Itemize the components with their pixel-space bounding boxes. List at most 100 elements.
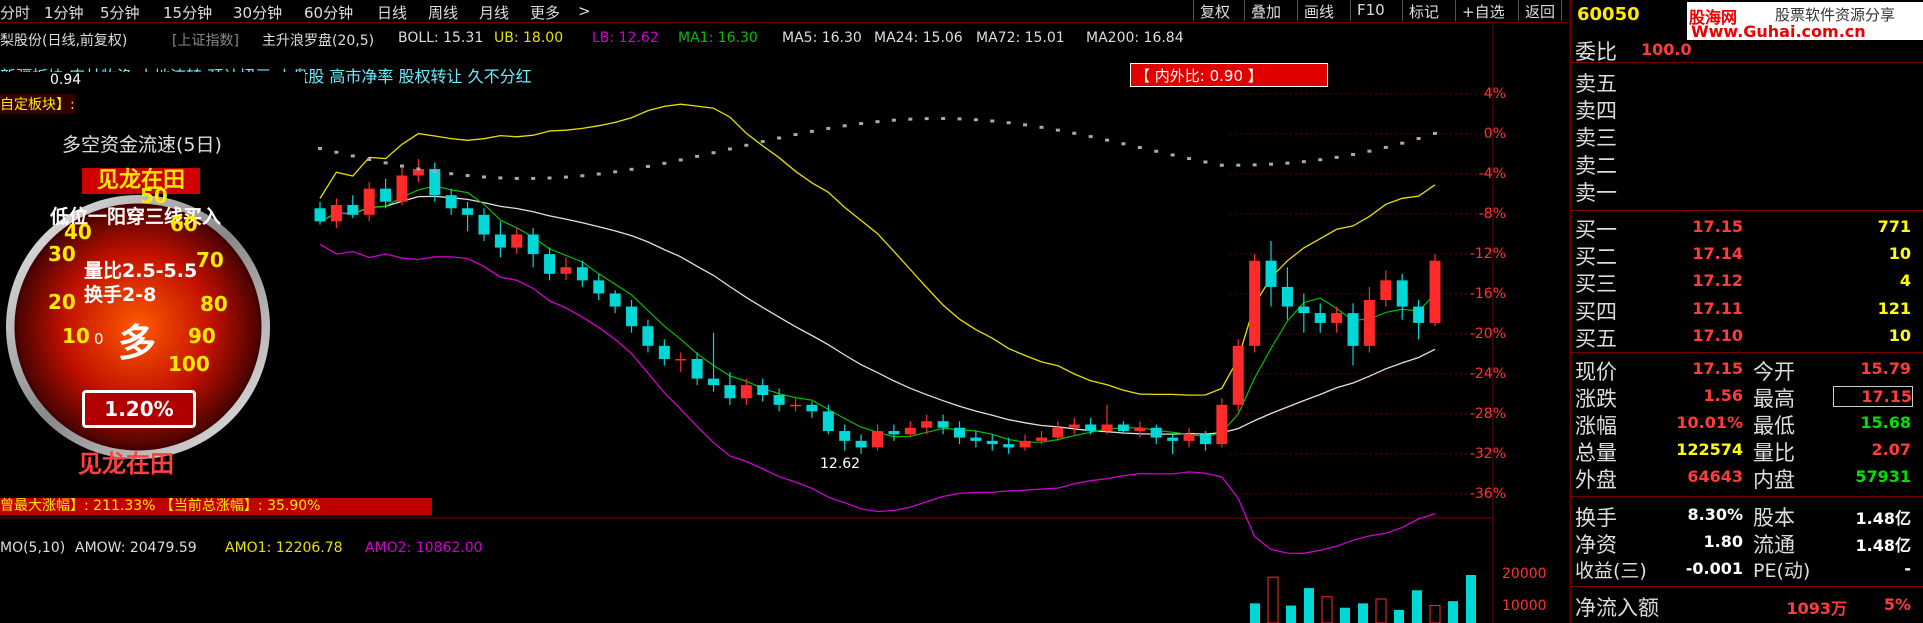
amo-bar xyxy=(1358,603,1368,623)
candle-body xyxy=(1413,306,1425,323)
amo2-value: AMO2: 10862.00 xyxy=(365,540,483,556)
rs-mark xyxy=(334,150,339,154)
candle-body xyxy=(396,175,408,202)
rs-mark xyxy=(1088,135,1093,139)
rs-mark xyxy=(1383,145,1388,149)
tab-period-more[interactable]: 更多 xyxy=(530,2,560,23)
axis-tick: -4% xyxy=(1478,166,1506,182)
rs-mark xyxy=(695,154,700,158)
stat-label: 现价 xyxy=(1575,360,1617,384)
axis-tick: -32% xyxy=(1469,446,1506,462)
rs-mark xyxy=(760,140,765,144)
candle-body xyxy=(445,195,457,209)
stat-label: 涨幅 xyxy=(1575,414,1617,438)
overlay-button[interactable]: 叠加 xyxy=(1244,0,1287,21)
tab-period-5min[interactable]: 5分钟 xyxy=(100,2,140,23)
netflow-label: 净流入额 xyxy=(1575,596,1659,620)
stat-value: 122574 xyxy=(1676,440,1743,459)
f10-button[interactable]: F10 xyxy=(1350,0,1391,21)
draw-line-button[interactable]: 画线 xyxy=(1297,0,1340,21)
amo1-value: AMO1: 12206.78 xyxy=(225,540,343,556)
stat-value: 17.15 xyxy=(1692,359,1743,378)
buy1-label: 买一 xyxy=(1575,218,1617,242)
buy5-price: 17.10 xyxy=(1692,326,1743,345)
rs-mark xyxy=(1416,137,1421,141)
candle-body xyxy=(855,440,867,448)
rs-mark xyxy=(629,167,634,171)
rs-mark xyxy=(793,133,798,137)
stat-label: PE(动) xyxy=(1753,560,1811,582)
rs-mark xyxy=(957,117,962,121)
candle-body xyxy=(314,208,326,222)
rs-mark xyxy=(481,175,486,179)
candle-body xyxy=(872,431,883,448)
tab-period-30min[interactable]: 30分钟 xyxy=(233,2,282,23)
buy4-volume: 121 xyxy=(1877,299,1911,318)
candle-body xyxy=(1134,427,1146,432)
candle-body xyxy=(1265,260,1277,287)
stat-label: 外盘 xyxy=(1575,468,1617,492)
rs-mark xyxy=(416,167,421,171)
tab-period-fenshi[interactable]: 分时 xyxy=(0,2,30,23)
amo-bar xyxy=(1286,605,1296,623)
fuquan-button[interactable]: 复权 xyxy=(1193,0,1236,21)
candle-body xyxy=(1167,437,1179,441)
rs-mark xyxy=(842,124,847,128)
rs-mark xyxy=(449,172,454,176)
candle-body xyxy=(1101,424,1113,432)
rs-mark xyxy=(744,143,749,147)
stock-code: 60050 xyxy=(1577,4,1640,25)
tab-period-week[interactable]: 周线 xyxy=(428,2,458,23)
gauge-tick: 40 xyxy=(64,220,92,244)
rs-mark xyxy=(1121,142,1126,146)
logo-url: Www.Guhai.com.cn xyxy=(1691,22,1866,41)
amo-label: MO(5,10) xyxy=(0,540,66,556)
tab-period-15min[interactable]: 15分钟 xyxy=(163,2,212,23)
rs-mark xyxy=(1400,141,1405,145)
stat-label: 量比 xyxy=(1753,441,1795,465)
rs-mark xyxy=(777,136,782,140)
rs-mark xyxy=(908,117,913,121)
capital-flow-gauge: 自定板块】: 0.94 多空资金流速(5日) 见龙在田 低位一阳穿三线买入 量比… xyxy=(0,72,305,494)
rs-mark xyxy=(1023,123,1028,127)
candle-body xyxy=(1281,286,1293,307)
custom-block-label: 自定板块】: xyxy=(0,94,75,114)
axis-tick: -36% xyxy=(1469,486,1506,502)
gauge-tick: 80 xyxy=(200,292,228,316)
back-button[interactable]: 返回 xyxy=(1518,0,1563,21)
rs-mark xyxy=(1334,155,1339,159)
amo-bar xyxy=(1394,609,1404,623)
candle-body xyxy=(511,234,523,248)
rs-mark xyxy=(1105,138,1110,142)
tab-period-1min[interactable]: 1分钟 xyxy=(44,2,84,23)
mark-button[interactable]: 标记 xyxy=(1402,0,1445,21)
amo-bar xyxy=(1340,607,1350,623)
amo-bar xyxy=(1448,601,1458,623)
candle-body xyxy=(740,385,752,399)
candle-body xyxy=(757,385,769,395)
sell5-label: 卖五 xyxy=(1575,72,1617,96)
chevron-right-icon[interactable]: > xyxy=(578,2,591,20)
candle-body xyxy=(494,234,506,248)
tab-period-60min[interactable]: 60分钟 xyxy=(304,2,353,23)
rs-mark xyxy=(1285,161,1290,165)
candle-body xyxy=(1249,260,1261,346)
candle-body xyxy=(330,205,342,222)
candle-body xyxy=(1216,404,1228,445)
axis-tick: -16% xyxy=(1469,286,1506,302)
rs-mark xyxy=(1252,163,1257,167)
amo-bar xyxy=(1429,605,1441,623)
stat-value: 57931 xyxy=(1855,467,1911,486)
tab-period-day[interactable]: 日线 xyxy=(377,2,407,23)
tab-period-month[interactable]: 月线 xyxy=(479,2,509,23)
stat-label: 涨跌 xyxy=(1575,387,1617,411)
candle-body xyxy=(478,214,490,235)
candle-body xyxy=(1085,424,1097,432)
gauge-percent: 1.20% xyxy=(82,390,196,428)
rs-mark xyxy=(498,176,503,180)
axis-tick: 4% xyxy=(1483,86,1506,102)
buy2-volume: 10 xyxy=(1888,244,1911,263)
gauge-tick: 100 xyxy=(168,352,210,376)
rs-mark xyxy=(563,175,568,179)
add-watchlist-button[interactable]: +自选 xyxy=(1455,0,1511,21)
